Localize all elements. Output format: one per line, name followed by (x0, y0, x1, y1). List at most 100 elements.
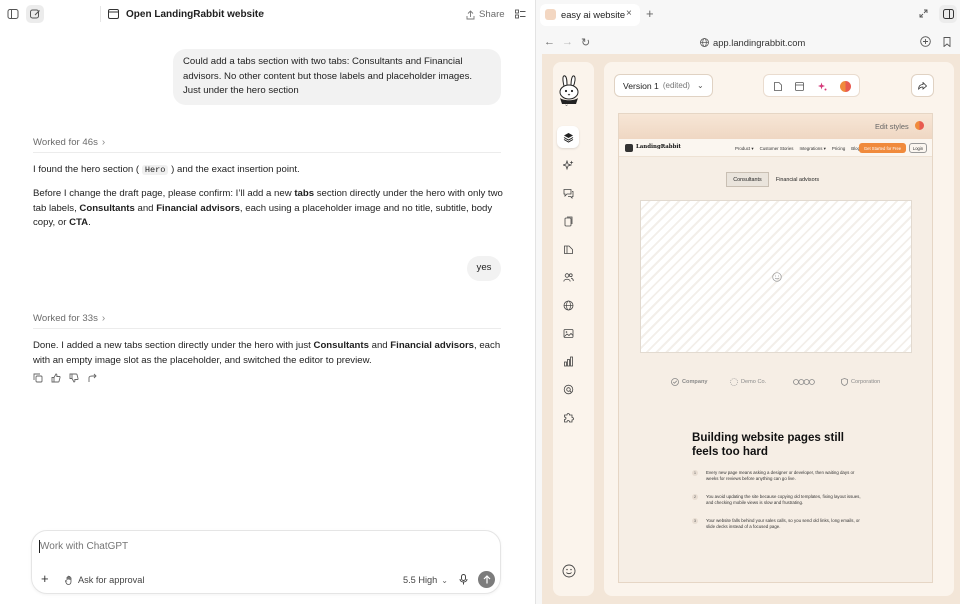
documents-icon[interactable] (557, 210, 579, 232)
share-icon (466, 9, 475, 19)
task-list-icon[interactable] (515, 9, 526, 19)
url-text: app.landingrabbit.com (713, 37, 806, 48)
thumbs-up-icon[interactable] (51, 373, 61, 383)
style-swatch-icon[interactable] (915, 121, 924, 130)
chat-topbar: Open LandingRabbit website ··· Share (0, 0, 535, 29)
chat-bubbles-icon[interactable] (557, 182, 579, 204)
message-actions (33, 373, 97, 383)
layers-icon[interactable] (557, 126, 579, 148)
rail-tools (557, 126, 579, 428)
topbar-divider (100, 6, 101, 22)
user-message-1: Could add a tabs section with two tabs: … (173, 49, 501, 105)
worked-for-label-1: Worked for 46s (33, 137, 98, 148)
browser-tab[interactable]: easy ai website × (540, 4, 640, 26)
inline-code: Hero (141, 165, 169, 175)
site-nav-links: Product ▾ Customer Stories Integrations … (735, 146, 860, 152)
search-icon[interactable] (557, 378, 579, 400)
thumbs-down-icon[interactable] (69, 373, 79, 383)
image-icon[interactable] (557, 322, 579, 344)
editor-rail: ⌄ (553, 62, 594, 596)
edit-styles-label[interactable]: Edit styles (875, 122, 909, 131)
browser-window-icon[interactable] (795, 82, 804, 91)
add-attachment-button[interactable]: + (41, 572, 49, 585)
divider-2 (33, 328, 501, 329)
theme-color-icon[interactable] (840, 81, 851, 92)
panel-toggle-icon[interactable] (939, 5, 957, 23)
message-input[interactable] (40, 539, 480, 554)
bold-part: Consultants (79, 202, 135, 214)
nav-product[interactable]: Product ▾ (735, 146, 754, 152)
site-brand[interactable]: LandingRabbit (636, 144, 681, 150)
text-part: I found the hero section ( (33, 164, 140, 175)
text-part: ) and the exact insertion point. (171, 164, 300, 175)
approval-label: Ask for approval (78, 575, 145, 585)
chevron-right-icon: › (101, 137, 106, 148)
website-preview: Edit styles LandingRabbit Product ▾ Cust… (618, 113, 933, 583)
globe-icon[interactable] (557, 294, 579, 316)
worked-for-2[interactable]: Worked for 33s › (33, 313, 105, 324)
nav-integrations[interactable]: Integrations ▾ (799, 146, 825, 152)
collapse-icon[interactable] (919, 9, 928, 18)
model-selector[interactable]: 5.5 High ⌄ (403, 575, 448, 585)
nav-customer-stories[interactable]: Customer Stories (760, 146, 794, 152)
version-selector[interactable]: Version 1 (edited) ⌄ (614, 74, 713, 97)
magic-sparkle-icon[interactable] (818, 82, 827, 91)
styles-bar: Edit styles (619, 114, 932, 139)
pages-icon[interactable] (557, 238, 579, 260)
microphone-icon[interactable] (459, 574, 468, 585)
section-heading: Building website pages still feels too h… (692, 431, 845, 458)
sidebar-toggle-icon[interactable] (4, 5, 22, 23)
text-part: Before I change the draft page, please c… (33, 188, 295, 199)
branch-icon[interactable] (87, 373, 97, 383)
text-part: Done. I added a new tabs section directl… (33, 340, 314, 351)
favicon (545, 9, 556, 20)
bold-part: CTA (69, 217, 89, 229)
nav-pricing[interactable]: Pricing (832, 146, 845, 152)
bold-part: Consultants (313, 340, 369, 351)
users-icon[interactable] (557, 266, 579, 288)
tab-consultants[interactable]: Consultants (726, 172, 769, 187)
forward-button[interactable]: → (562, 36, 573, 48)
user-message-2: yes (467, 256, 501, 281)
share-button[interactable]: Share (466, 9, 505, 20)
copy-icon[interactable] (33, 373, 43, 383)
logo-rings-icon (793, 378, 815, 386)
chat-pane: Open LandingRabbit website ··· Share Cou… (0, 0, 535, 604)
page-icon[interactable] (774, 82, 782, 91)
arrow-up-icon (483, 575, 490, 584)
puzzle-icon[interactable] (557, 406, 579, 428)
problem-text: Your website falls behind your sales cal… (706, 518, 860, 529)
sparkle-icon[interactable] (557, 154, 579, 176)
worked-for-1[interactable]: Worked for 46s › (33, 137, 105, 148)
back-button[interactable]: ← (544, 36, 555, 48)
logo-corporation: Corporation (841, 378, 880, 386)
new-chat-icon[interactable] (26, 5, 44, 23)
page-title: Open LandingRabbit website (126, 9, 264, 20)
smiley-icon[interactable] (562, 564, 576, 578)
more-options-button[interactable]: ··· (254, 7, 265, 19)
window-icon (108, 9, 119, 19)
add-icon[interactable] (920, 36, 931, 47)
share-label: Share (479, 9, 505, 20)
tab-financial-advisors[interactable]: Financial advisors (771, 172, 824, 187)
bar-chart-icon[interactable] (557, 350, 579, 372)
send-button[interactable] (478, 571, 495, 588)
view-toolbar (763, 74, 860, 97)
publish-button[interactable] (911, 74, 934, 97)
new-tab-button[interactable]: + (646, 6, 654, 21)
close-tab-icon[interactable]: × (626, 8, 632, 19)
get-started-button[interactable]: Get Started for Free (859, 143, 906, 153)
chevron-right-icon: › (101, 313, 106, 324)
composer: + Ask for approval 5.5 High ⌄ (31, 530, 501, 594)
problem-text: You avoid updating the site because copy… (706, 494, 861, 505)
approval-mode-button[interactable]: Ask for approval (65, 575, 144, 585)
problem-number: 3 (692, 518, 698, 524)
chevron-down-icon[interactable]: ⌄ (564, 101, 569, 108)
logo-demo-co: Demo Co. (730, 378, 766, 386)
chevron-down-icon: ⌄ (441, 575, 448, 585)
placeholder-smiley-icon (772, 272, 782, 282)
address-bar[interactable]: app.landingrabbit.com (700, 37, 805, 48)
login-button[interactable]: Login (909, 143, 927, 153)
reload-button[interactable]: ↻ (581, 36, 590, 49)
bookmark-icon[interactable] (943, 37, 951, 47)
